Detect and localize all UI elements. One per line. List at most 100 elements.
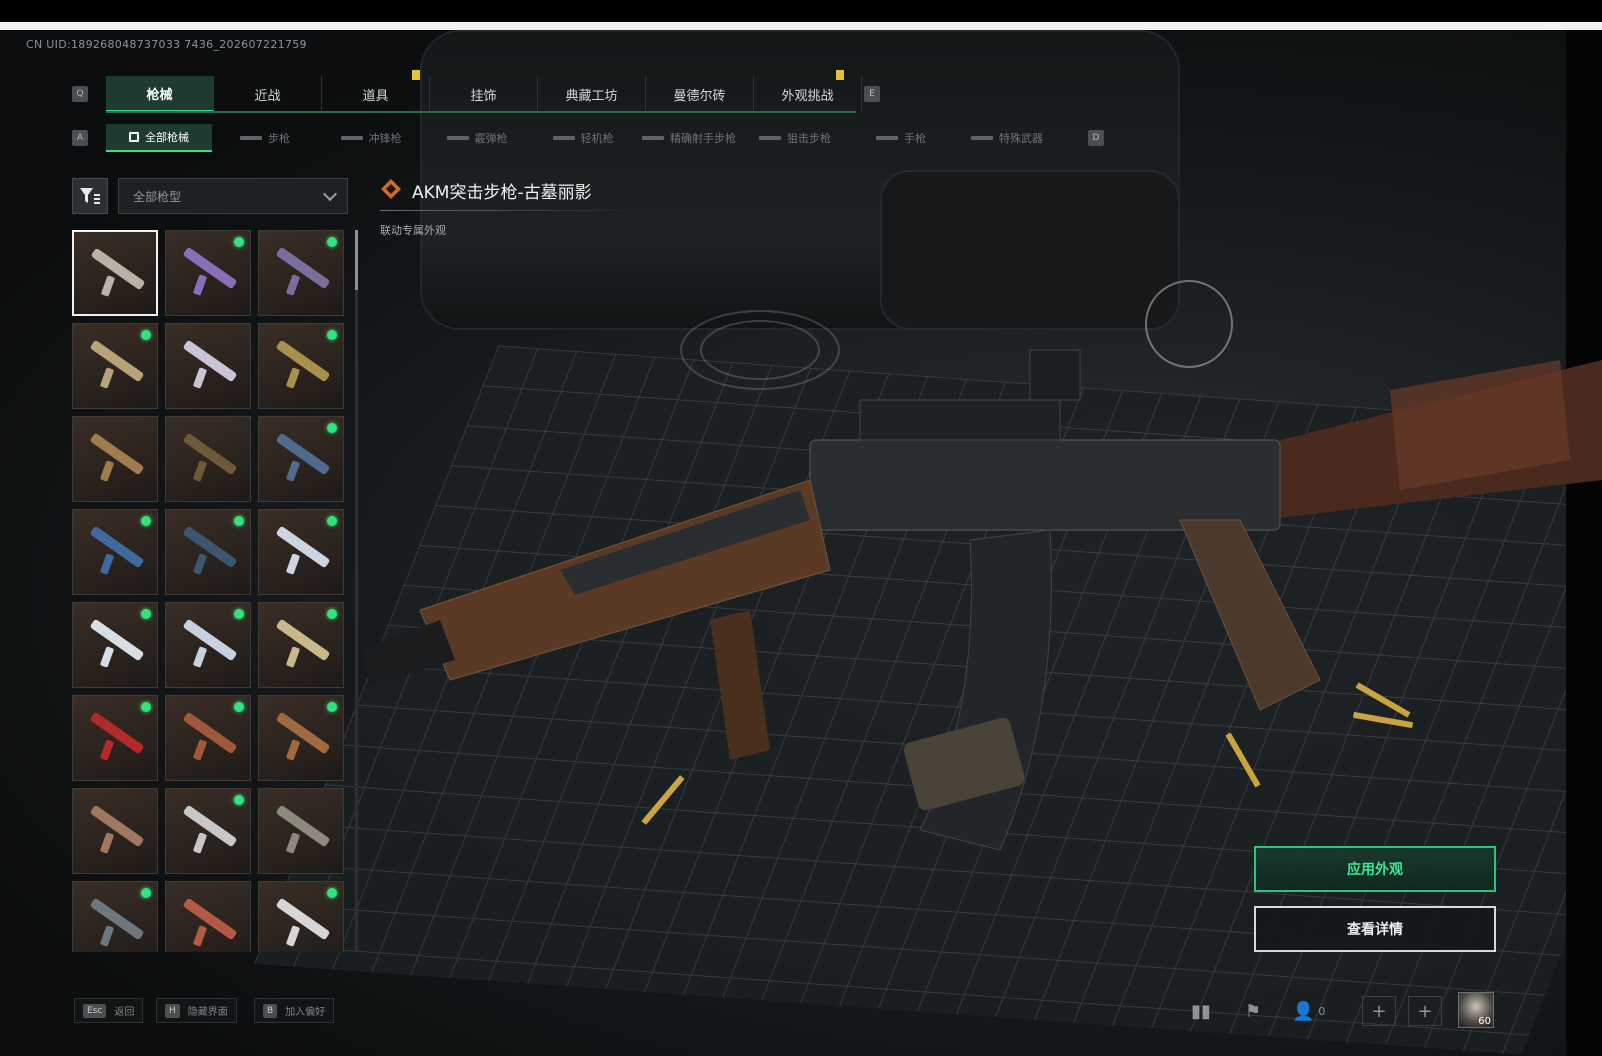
skin-tile[interactable] — [165, 788, 251, 874]
weapon-type-select[interactable]: 全部枪型 — [118, 178, 348, 214]
title-divider — [380, 210, 640, 211]
skin-tile[interactable] — [165, 509, 251, 595]
skin-tile[interactable] — [258, 788, 344, 874]
tab-challenges[interactable]: 外观挑战 — [754, 76, 862, 112]
weapon-thumbnail-mag — [100, 275, 116, 297]
weapon-thumbnail-mag — [99, 832, 115, 854]
tab-next-key[interactable]: E — [864, 86, 880, 102]
weapon-thumbnail — [275, 432, 331, 476]
shotgun-icon — [446, 136, 469, 140]
grid-icon — [129, 132, 139, 142]
tab-prev-key[interactable]: Q — [72, 86, 88, 102]
hotkey-hide-ui[interactable]: H 隐藏界面 — [156, 998, 237, 1023]
subtab-special[interactable]: 特殊武器 — [954, 124, 1060, 152]
tab-charms[interactable]: 挂饰 — [430, 76, 538, 112]
add-slot-button[interactable]: + — [1362, 996, 1396, 1026]
weapon-thumbnail — [89, 711, 145, 755]
skin-tile[interactable] — [72, 416, 158, 502]
tab-melee[interactable]: 近战 — [214, 76, 322, 112]
weapon-thumbnail — [275, 804, 331, 848]
hotkey-favorite[interactable]: B 加入偏好 — [254, 998, 335, 1023]
skin-tile[interactable] — [258, 509, 344, 595]
weapon-thumbnail-mag — [285, 739, 301, 761]
skin-tile[interactable] — [258, 230, 344, 316]
skin-tile[interactable] — [165, 881, 251, 952]
skin-tile[interactable] — [72, 509, 158, 595]
subtab-lmg[interactable]: 轻机枪 — [530, 124, 636, 152]
weapon-thumbnail — [182, 804, 238, 848]
skin-tile[interactable] — [72, 695, 158, 781]
skin-tile[interactable] — [258, 602, 344, 688]
skin-tile[interactable] — [72, 230, 158, 316]
subtab-sniper[interactable]: 狙击步枪 — [742, 124, 848, 152]
grid-scroll-thumb[interactable] — [355, 230, 358, 290]
skin-tile[interactable] — [258, 416, 344, 502]
skin-tile[interactable] — [165, 323, 251, 409]
skin-tile[interactable] — [258, 695, 344, 781]
new-indicator-dot — [327, 888, 337, 898]
weapon-thumbnail — [89, 897, 145, 941]
add-slot-button[interactable]: + — [1408, 996, 1442, 1026]
view-details-button[interactable]: 查看详情 — [1254, 906, 1496, 952]
new-indicator-dot — [234, 609, 244, 619]
new-indicator-dot — [234, 516, 244, 526]
skin-tile[interactable] — [165, 416, 251, 502]
subtab-prev-key[interactable]: A — [72, 130, 88, 146]
pistol-grip — [1179, 519, 1321, 711]
weapon-thumbnail — [89, 804, 145, 848]
tabs-underline — [106, 111, 856, 113]
subtab-marksman[interactable]: 精确射手步枪 — [636, 124, 742, 152]
skin-tile[interactable] — [72, 602, 158, 688]
weapon-thumbnail — [89, 525, 145, 569]
subtab-smg[interactable]: 冲锋枪 — [318, 124, 424, 152]
skin-tile[interactable] — [258, 323, 344, 409]
skin-tile[interactable] — [258, 881, 344, 952]
apply-skin-button[interactable]: 应用外观 — [1254, 846, 1496, 892]
lmg-icon — [552, 136, 575, 140]
bullet — [641, 775, 685, 825]
weapon-thumbnail-mag — [285, 460, 301, 482]
weapon-thumbnail — [182, 525, 238, 569]
subtab-next-key[interactable]: D — [1088, 130, 1104, 146]
stats-icon[interactable]: ▮▮ — [1186, 996, 1216, 1026]
skin-tile[interactable] — [165, 695, 251, 781]
tab-workshop[interactable]: 典藏工坊 — [538, 76, 646, 112]
skin-tile[interactable] — [165, 602, 251, 688]
skin-tile[interactable] — [72, 323, 158, 409]
user-uid: CN UID:189268048737033 7436_202607221759 — [26, 38, 307, 51]
weapon-thumbnail — [89, 339, 145, 383]
weapon-thumbnail-mag — [285, 832, 301, 854]
avatar[interactable]: 60 — [1458, 992, 1494, 1028]
filter-button[interactable] — [72, 178, 108, 214]
new-indicator-dot — [327, 609, 337, 619]
skin-tile[interactable] — [72, 881, 158, 952]
main-tabs: 枪械 近战 道具 挂饰 典藏工坊 曼德尔砖 外观挑战 — [106, 76, 862, 112]
subtab-all[interactable]: 全部枪械 — [106, 124, 212, 152]
gun-case-lid — [880, 170, 1180, 330]
friends-button[interactable]: 👤 0 — [1292, 996, 1340, 1026]
subtab-rifle[interactable]: 步枪 — [212, 124, 318, 152]
grid-scrollbar[interactable] — [355, 230, 358, 952]
item-subtitle: 联动专属外观 — [380, 224, 446, 237]
top-black-bar — [0, 0, 1602, 22]
subtab-pistol[interactable]: 手枪 — [848, 124, 954, 152]
tab-mandel-brick[interactable]: 曼德尔砖 — [646, 76, 754, 112]
subtab-shotgun[interactable]: 霰弹枪 — [424, 124, 530, 152]
tab-items[interactable]: 道具 — [322, 76, 430, 112]
new-indicator-dot — [234, 237, 244, 247]
weapon-thumbnail-mag — [99, 553, 115, 575]
new-indicator-dot — [327, 516, 337, 526]
weapon-thumbnail — [275, 525, 331, 569]
pistol-icon — [876, 136, 898, 140]
weapon-thumbnail-mag — [192, 739, 208, 761]
skin-tile[interactable] — [72, 788, 158, 874]
hotkey-back[interactable]: Esc 返回 — [74, 998, 144, 1023]
flag-icon[interactable]: ⚑ — [1238, 996, 1268, 1026]
weapon-preview-akm[interactable] — [360, 330, 1602, 870]
weapon-thumbnail — [275, 618, 331, 662]
skin-tile[interactable] — [165, 230, 251, 316]
weapon-thumbnail-mag — [99, 925, 115, 947]
weapon-thumbnail-mag — [285, 925, 301, 947]
filter-icon — [80, 188, 100, 204]
tab-guns[interactable]: 枪械 — [106, 76, 214, 112]
